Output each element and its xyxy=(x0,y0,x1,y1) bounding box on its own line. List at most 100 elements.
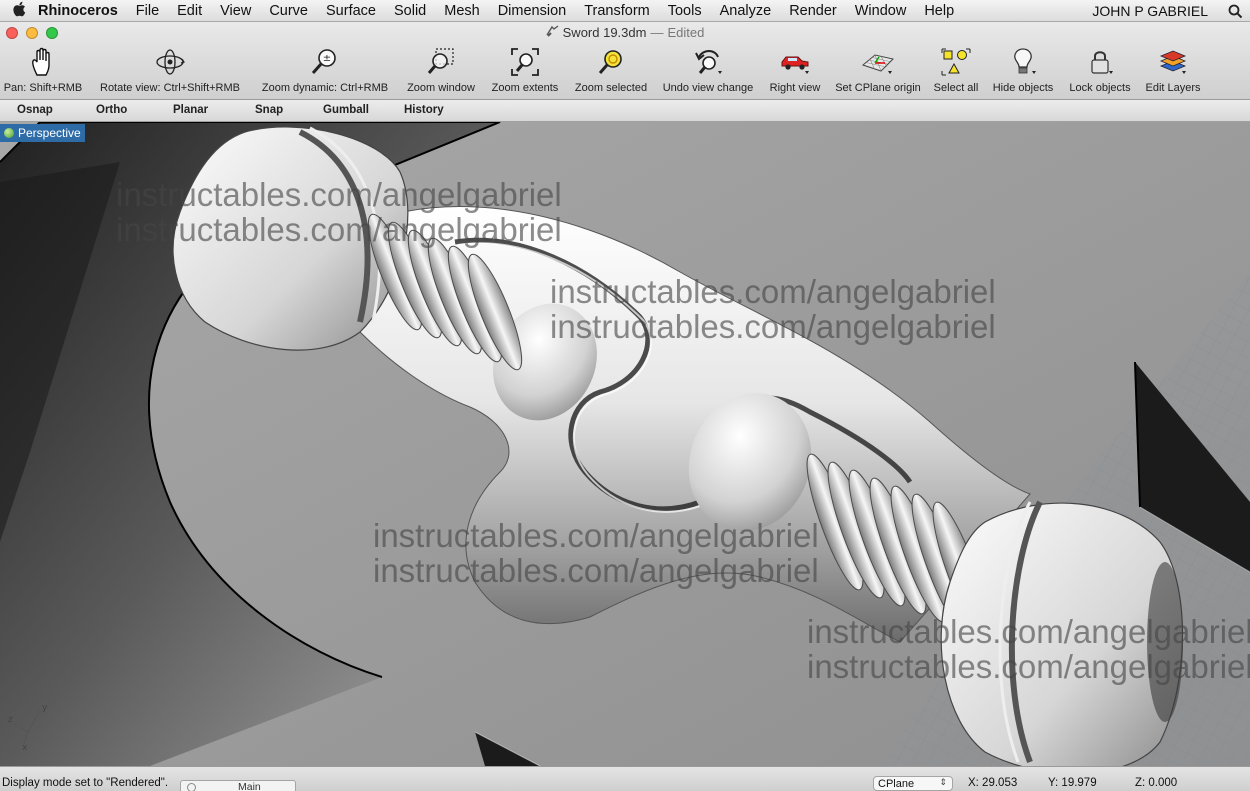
select-all-button[interactable]: Select all xyxy=(928,46,984,96)
status-bar: Display mode set to "Rendered". Main CPl… xyxy=(0,766,1250,791)
layer-selector[interactable]: Main xyxy=(180,780,296,791)
user-name[interactable]: JOHN P GABRIEL xyxy=(1092,3,1208,19)
window-chrome: Sword 19.3dm — Edited Pan: Shift+RMB Rot… xyxy=(0,22,1250,100)
right-view-button[interactable]: Right view xyxy=(764,46,826,96)
coord-y: Y: 19.979 xyxy=(1048,777,1097,789)
menu-help[interactable]: Help xyxy=(924,3,954,19)
perspective-viewport[interactable]: Perspective instructables.com/angelgabri… xyxy=(0,122,1250,766)
cplane-value: CPlane xyxy=(878,777,915,790)
watermark-text: instructables.com/angelgabriel xyxy=(373,517,819,554)
menu-curve[interactable]: Curve xyxy=(269,3,308,19)
set-cplane-origin-button[interactable]: Set CPlane origin xyxy=(830,46,926,96)
pan-tool-label: Pan: Shift+RMB xyxy=(3,82,83,94)
snap-toggle[interactable]: Snap xyxy=(255,104,283,116)
window-title: Sword 19.3dm — Edited xyxy=(0,25,1250,40)
history-toggle[interactable]: History xyxy=(404,104,444,116)
zoom-selected-icon xyxy=(594,46,628,78)
watermark-text: instructables.com/angelgabriel xyxy=(116,211,562,248)
axis-label-z: z xyxy=(8,715,13,725)
cplane-origin-icon xyxy=(861,46,895,78)
osnap-toggle[interactable]: Osnap xyxy=(17,104,53,116)
zoom-window-label: Zoom window xyxy=(407,82,475,94)
menu-file[interactable]: File xyxy=(136,3,159,19)
menu-transform[interactable]: Transform xyxy=(584,3,650,19)
menu-right-extras: JOHN P GABRIEL xyxy=(1092,0,1250,22)
menu-tools[interactable]: Tools xyxy=(668,3,702,19)
zoom-extents-icon xyxy=(508,46,542,78)
mac-menu-bar: Rhinoceros File Edit View Curve Surface … xyxy=(0,0,1250,22)
status-message: Display mode set to "Rendered". xyxy=(2,777,169,789)
pan-tool-button[interactable]: Pan: Shift+RMB xyxy=(0,46,86,96)
watermark-text: instructables.com/angelgabriel xyxy=(116,176,562,213)
watermark-text: instructables.com/angelgabriel xyxy=(807,613,1250,650)
menu-dimension[interactable]: Dimension xyxy=(498,3,567,19)
select-all-label: Select all xyxy=(933,82,979,94)
coord-x: X: 29.053 xyxy=(968,777,1018,789)
axis-label-x: x xyxy=(22,743,28,750)
zoom-extents-button[interactable]: Zoom extents xyxy=(485,46,565,96)
menu-app-name[interactable]: Rhinoceros xyxy=(38,3,118,19)
rotate-view-label: Rotate view: Ctrl+Shift+RMB xyxy=(100,82,240,94)
watermark-text: instructables.com/angelgabriel xyxy=(807,648,1250,685)
menu-solid[interactable]: Solid xyxy=(394,3,426,19)
menu-view[interactable]: View xyxy=(220,3,251,19)
axis-label-y: y xyxy=(42,703,48,713)
ortho-toggle[interactable]: Ortho xyxy=(96,104,127,116)
world-axes-icon: y z x xyxy=(8,703,48,750)
rotate-view-button[interactable]: Rotate view: Ctrl+Shift+RMB xyxy=(92,46,248,96)
right-view-car-icon xyxy=(778,46,812,78)
layers-icon xyxy=(1156,46,1190,78)
title-separator: — xyxy=(650,25,664,40)
zoom-window-icon xyxy=(424,46,458,78)
rotate-view-icon xyxy=(153,46,187,78)
document-title: Sword 19.3dm xyxy=(562,25,647,40)
watermark-text: instructables.com/angelgabriel xyxy=(373,552,819,589)
spotlight-search-icon[interactable] xyxy=(1220,0,1250,22)
edited-status: Edited xyxy=(667,25,705,40)
apple-logo-icon[interactable] xyxy=(0,1,38,21)
undo-view-icon xyxy=(691,46,725,78)
watermark-text: instructables.com/angelgabriel xyxy=(550,308,996,345)
cplane-dropdown[interactable]: CPlane ⇕ xyxy=(873,776,953,791)
rhino-app-window: Rhinoceros File Edit View Curve Surface … xyxy=(0,0,1250,791)
zoom-dynamic-button[interactable]: ± Zoom dynamic: Ctrl+RMB xyxy=(254,46,396,96)
watermark-text: instructables.com/angelgabriel xyxy=(550,273,996,310)
zoom-selected-button[interactable]: Zoom selected xyxy=(568,46,654,96)
updown-chevron-icon: ⇕ xyxy=(939,777,947,787)
layer-indicator-icon xyxy=(187,782,196,791)
zoom-selected-label: Zoom selected xyxy=(574,82,648,94)
viewport-tab-perspective[interactable]: Perspective xyxy=(0,124,85,142)
hand-pan-icon xyxy=(26,46,60,78)
undo-view-label: Undo view change xyxy=(662,82,754,94)
padlock-icon xyxy=(1083,46,1117,78)
lock-objects-label: Lock objects xyxy=(1069,82,1131,94)
menu-analyze[interactable]: Analyze xyxy=(720,3,772,19)
menu-surface[interactable]: Surface xyxy=(326,3,376,19)
svg-text:±: ± xyxy=(323,53,331,64)
menu-window[interactable]: Window xyxy=(855,3,907,19)
viewport-name: Perspective xyxy=(18,126,81,140)
hide-objects-button[interactable]: Hide objects xyxy=(988,46,1058,96)
hide-objects-label: Hide objects xyxy=(992,82,1054,94)
gumball-toggle[interactable]: Gumball xyxy=(323,104,369,116)
coord-z: Z: 0.000 xyxy=(1135,777,1178,789)
document-icon xyxy=(546,25,559,40)
viewport-status-dot-icon xyxy=(4,128,14,138)
zoom-dynamic-icon: ± xyxy=(308,46,342,78)
lightbulb-hide-icon xyxy=(1006,46,1040,78)
zoom-window-tool-button[interactable]: Zoom window xyxy=(400,46,482,96)
select-all-icon xyxy=(939,46,973,78)
zoom-extents-label: Zoom extents xyxy=(491,82,559,94)
planar-toggle[interactable]: Planar xyxy=(173,104,208,116)
edit-layers-label: Edit Layers xyxy=(1145,82,1201,94)
modeling-aids-bar: Osnap Ortho Planar Snap Gumball History xyxy=(0,100,1250,122)
menu-render[interactable]: Render xyxy=(789,3,837,19)
menu-edit[interactable]: Edit xyxy=(177,3,202,19)
zoom-dynamic-label: Zoom dynamic: Ctrl+RMB xyxy=(261,82,389,94)
layer-name: Main xyxy=(238,781,261,791)
menu-mesh[interactable]: Mesh xyxy=(444,3,479,19)
edit-layers-button[interactable]: Edit Layers xyxy=(1140,46,1206,96)
lock-objects-button[interactable]: Lock objects xyxy=(1064,46,1136,96)
main-toolbar: Pan: Shift+RMB Rotate view: Ctrl+Shift+R… xyxy=(0,46,1250,96)
undo-view-change-button[interactable]: Undo view change xyxy=(657,46,759,96)
